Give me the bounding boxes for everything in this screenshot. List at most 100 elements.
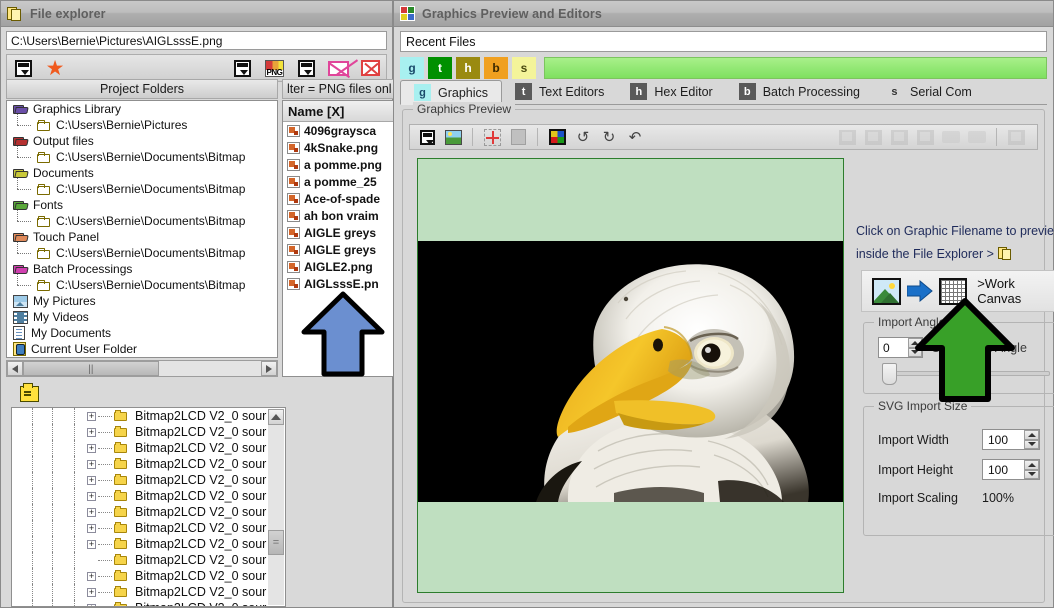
file-list-item[interactable]: 4096graysca: [283, 122, 393, 139]
tree-item[interactable]: C:\Users\Bernie\Documents\Bitmap: [7, 210, 277, 229]
expand-button[interactable]: +: [87, 427, 96, 437]
drive-mid-icon[interactable]: [226, 55, 258, 81]
file-list-item[interactable]: a pomme.png: [283, 156, 393, 173]
bottom-tree-row[interactable]: + Bitmap2LCD V2_0 sour: [12, 408, 285, 424]
favorites-star-icon[interactable]: ★: [39, 55, 71, 81]
bottom-tree-row[interactable]: + Bitmap2LCD V2_0 sour: [12, 568, 285, 584]
import-height-increment[interactable]: [1024, 460, 1039, 470]
tree-item[interactable]: Fonts: [7, 197, 277, 213]
tree-item[interactable]: My Documents: [7, 325, 277, 341]
bottom-folder-tree[interactable]: + Bitmap2LCD V2_0 sour + Bitmap2LCD V2_0 so…: [11, 407, 286, 607]
expand-button[interactable]: +: [87, 507, 96, 517]
expand-button[interactable]: +: [87, 475, 96, 485]
drive-right-icon[interactable]: [290, 55, 322, 81]
file-list-item[interactable]: 4kSnake.png: [283, 139, 393, 156]
bottom-scroll-thumb[interactable]: [268, 530, 284, 555]
drive-left-icon[interactable]: [7, 55, 39, 81]
rotate-icon[interactable]: ↶: [624, 127, 646, 147]
png-filter-icon[interactable]: PNG: [258, 55, 290, 81]
expand-button[interactable]: +: [87, 443, 96, 453]
scroll-track[interactable]: [23, 361, 261, 376]
tree-item[interactable]: Batch Processings: [7, 261, 277, 277]
folder-up-icon[interactable]: [20, 383, 39, 402]
drive-icon[interactable]: [416, 127, 438, 147]
import-width-input[interactable]: 100: [982, 429, 1040, 450]
tree-item[interactable]: C:\Users\Bernie\Pictures: [7, 114, 277, 133]
expand-button[interactable]: +: [87, 523, 96, 533]
color-palette-icon[interactable]: [546, 127, 568, 147]
import-width-decrement[interactable]: [1024, 439, 1039, 449]
tree-item[interactable]: Graphics Library: [7, 101, 277, 117]
editor-badge-s[interactable]: s: [512, 57, 536, 79]
tree-item[interactable]: Current User Folder: [7, 341, 277, 357]
editor-badge-t[interactable]: t: [428, 57, 452, 79]
expand-button[interactable]: +: [87, 539, 96, 549]
flip-horizontal-icon[interactable]: ↺: [572, 127, 594, 147]
bottom-tree-row[interactable]: + Bitmap2LCD V2_0 sour: [12, 424, 285, 440]
editor-badge-h[interactable]: h: [456, 57, 480, 79]
grey-square-icon[interactable]: [507, 127, 529, 147]
bottom-tree-row[interactable]: + Bitmap2LCD V2_0 sour: [12, 472, 285, 488]
file-list-item[interactable]: ah bon vraim: [283, 207, 393, 224]
editor-badge-g[interactable]: g: [400, 57, 424, 79]
tree-item[interactable]: My Videos: [7, 309, 277, 325]
flip-vertical-icon[interactable]: ↻: [598, 127, 620, 147]
file-list-column-header[interactable]: Name [X]: [283, 101, 393, 122]
scroll-up-button[interactable]: [268, 409, 284, 425]
delete-envelope-icon[interactable]: [322, 55, 354, 81]
delete-box-icon[interactable]: [354, 55, 386, 81]
file-list-item[interactable]: AIGLE greys: [283, 241, 393, 258]
graphics-preview-canvas[interactable]: [417, 158, 844, 593]
image-icon[interactable]: [442, 127, 464, 147]
tree-item[interactable]: C:\Users\Bernie\Documents\Bitmap: [7, 274, 277, 293]
tree-item[interactable]: Touch Panel: [7, 229, 277, 245]
expand-button[interactable]: +: [87, 411, 96, 421]
bottom-tree-row[interactable]: + Bitmap2LCD V2_0 sour: [12, 456, 285, 472]
expand-button[interactable]: +: [87, 603, 96, 606]
expand-button[interactable]: +: [87, 587, 96, 597]
file-list-item[interactable]: AIGLE2.png: [283, 258, 393, 275]
tab-hex-editor[interactable]: h Hex Editor: [617, 79, 725, 104]
tab-badge: t: [515, 83, 533, 100]
bottom-tree-row[interactable]: + Bitmap2LCD V2_0 sour: [12, 600, 285, 606]
scroll-left-button[interactable]: [7, 361, 23, 376]
tree-item[interactable]: C:\Users\Bernie\Documents\Bitmap: [7, 242, 277, 261]
bottom-tree-row[interactable]: + Bitmap2LCD V2_0 sour: [12, 520, 285, 536]
eagle-image[interactable]: [418, 241, 843, 502]
import-height-decrement[interactable]: [1024, 469, 1039, 479]
bottom-tree-row[interactable]: + Bitmap2LCD V2_0 sour: [12, 536, 285, 552]
editor-badge-b[interactable]: b: [484, 57, 508, 79]
scroll-thumb[interactable]: [23, 361, 159, 376]
pictures-icon: [13, 294, 28, 308]
bottom-tree-row[interactable]: + Bitmap2LCD V2_0 sour: [12, 584, 285, 600]
path-input[interactable]: C:\Users\Bernie\Pictures\AIGLsssE.png: [6, 31, 387, 50]
file-list-item[interactable]: AIGLE greys: [283, 224, 393, 241]
move-selection-icon[interactable]: [481, 127, 503, 147]
tree-item[interactable]: My Pictures: [7, 293, 277, 309]
bottom-tree-row[interactable]: + Bitmap2LCD V2_0 sour: [12, 488, 285, 504]
file-list-item[interactable]: a pomme_25: [283, 173, 393, 190]
expand-button[interactable]: +: [87, 459, 96, 469]
bottom-tree-row[interactable]: + Bitmap2LCD V2_0 sour: [12, 504, 285, 520]
bottom-tree-row[interactable]: Bitmap2LCD V2_0 sour: [12, 552, 285, 568]
expand-button[interactable]: +: [87, 491, 96, 501]
tree-item[interactable]: Output files: [7, 133, 277, 149]
bottom-tree-row[interactable]: + Bitmap2LCD V2_0 sour: [12, 440, 285, 456]
tree-item[interactable]: Documents: [7, 165, 277, 181]
angle-slider-thumb[interactable]: [882, 363, 897, 385]
tab-text-editors[interactable]: t Text Editors: [502, 79, 617, 104]
tree-horizontal-scrollbar[interactable]: [6, 360, 278, 377]
file-list-item[interactable]: Ace-of-spade: [283, 190, 393, 207]
expand-button[interactable]: +: [87, 571, 96, 581]
scroll-right-button[interactable]: [261, 361, 277, 376]
import-width-increment[interactable]: [1024, 430, 1039, 440]
project-folders-tree[interactable]: Graphics Library C:\Users\Bernie\Pictures…: [6, 100, 278, 358]
recent-files-bar[interactable]: Recent Files: [400, 31, 1047, 52]
tab-serial-com[interactable]: s Serial Com: [873, 79, 985, 104]
import-height-input[interactable]: 100: [982, 459, 1040, 480]
bottom-scroll-track[interactable]: [268, 425, 284, 605]
tree-item[interactable]: C:\Users\Bernie\Documents\Bitmap: [7, 178, 277, 197]
tab-batch-processing[interactable]: b Batch Processing: [726, 79, 873, 104]
bottom-tree-scrollbar[interactable]: [268, 409, 284, 605]
tree-item[interactable]: C:\Users\Bernie\Documents\Bitmap: [7, 146, 277, 165]
